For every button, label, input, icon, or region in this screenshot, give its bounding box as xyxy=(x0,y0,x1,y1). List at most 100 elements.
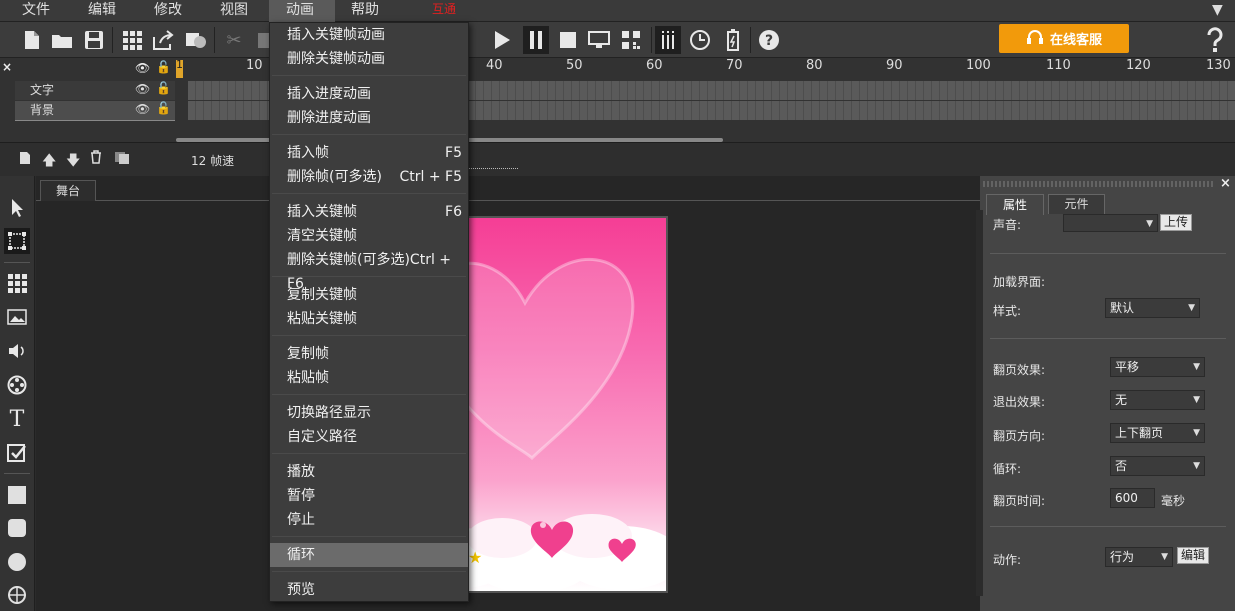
lock-icon[interactable]: 🔓 xyxy=(156,60,171,74)
menu-item-clear-keyframe[interactable]: 清空关键帧 xyxy=(270,224,468,248)
stop-icon[interactable] xyxy=(556,28,580,52)
menu-item-insert-keyframe[interactable]: 插入关键帧 F6 xyxy=(270,200,468,224)
menu-item-play[interactable]: 播放 xyxy=(270,460,468,484)
lock-icon[interactable]: 🔓 xyxy=(156,81,171,95)
rounded-rect-tool-icon[interactable] xyxy=(4,515,30,541)
menu-file[interactable]: 文件 xyxy=(16,0,56,22)
time-input[interactable]: 600 xyxy=(1110,488,1155,508)
rectangle-tool-icon[interactable] xyxy=(4,482,30,508)
time-label: 翻页时间: xyxy=(993,494,1046,508)
circle-tool-icon[interactable] xyxy=(4,549,30,575)
tab-properties[interactable]: 属性 xyxy=(986,194,1044,215)
text-tool-icon[interactable]: T xyxy=(4,406,30,432)
duplicate-layer-icon[interactable] xyxy=(114,151,130,169)
lock-icon[interactable]: 🔓 xyxy=(156,101,171,115)
pause-icon[interactable] xyxy=(523,26,549,54)
move-down-icon[interactable]: 🡇 xyxy=(66,150,80,174)
eye-icon[interactable]: 👁 xyxy=(135,102,150,116)
menu-item-label: 停止 xyxy=(287,512,315,528)
menu-extra-label[interactable]: 互通 xyxy=(432,0,456,17)
menu-modify[interactable]: 修改 xyxy=(148,0,188,22)
close-panel-icon[interactable]: × xyxy=(1220,176,1231,191)
select-arrow-icon[interactable] xyxy=(4,195,30,221)
direction-select[interactable]: 上下翻页 ▼ xyxy=(1110,423,1205,443)
menu-item-insert-frame[interactable]: 插入帧 F5 xyxy=(270,141,468,165)
panel-scroll-track[interactable] xyxy=(976,210,983,596)
menu-item-toggle-path-display[interactable]: 切换路径显示 xyxy=(270,401,468,425)
eye-icon[interactable]: 👁 xyxy=(135,61,150,75)
cut-icon[interactable]: ✂ xyxy=(222,28,246,52)
share-icon[interactable] xyxy=(151,28,175,52)
tab-stage[interactable]: 舞台 xyxy=(40,180,96,201)
save-icon[interactable] xyxy=(82,28,106,52)
open-folder-icon[interactable] xyxy=(50,28,74,52)
crosshair-tool-icon[interactable] xyxy=(4,582,30,608)
fps-label[interactable]: 12 帧速 xyxy=(191,152,234,169)
menu-item-stop[interactable]: 停止 xyxy=(270,508,468,532)
divider xyxy=(990,338,1226,339)
grid-tool-icon[interactable] xyxy=(4,270,30,296)
loop-select[interactable]: 否 ▼ xyxy=(1110,456,1205,476)
upload-button[interactable]: 上传 xyxy=(1160,214,1193,231)
collapse-arrow-icon[interactable]: ▼ xyxy=(1212,2,1223,18)
video-reel-icon[interactable] xyxy=(4,372,30,398)
grid-icon[interactable] xyxy=(120,28,144,52)
menu-item-label: 自定义路径 xyxy=(287,429,357,445)
new-file-icon[interactable] xyxy=(20,28,44,52)
layer-name: 文字 xyxy=(30,83,55,97)
menu-item-insert-keyframe-animation[interactable]: 插入关键帧动画 xyxy=(270,23,468,47)
tab-components[interactable]: 元件 xyxy=(1048,194,1105,214)
sound-icon[interactable] xyxy=(4,338,30,364)
panel-grip[interactable] xyxy=(983,181,1215,187)
edit-button[interactable]: 编辑 xyxy=(1177,547,1210,564)
menu-item-delete-progress-animation[interactable]: 删除进度动画 xyxy=(270,106,468,130)
menu-item-delete-keyframe[interactable]: 删除关键帧(可多选)Ctrl + F6 xyxy=(270,248,468,292)
menu-item-loop[interactable]: 循环 xyxy=(270,543,468,567)
clock-icon[interactable] xyxy=(688,28,712,52)
play-icon[interactable] xyxy=(490,28,514,52)
menu-item-pause[interactable]: 暂停 xyxy=(270,484,468,508)
menu-view[interactable]: 视图 xyxy=(214,0,254,22)
eye-icon[interactable]: 👁 xyxy=(135,82,150,96)
close-timeline-icon[interactable]: × xyxy=(2,60,12,74)
menu-item-paste-keyframe[interactable]: 粘贴关键帧 xyxy=(270,307,468,331)
transform-icon[interactable] xyxy=(4,228,30,254)
help-circle-icon[interactable]: ? xyxy=(757,28,781,52)
menu-item-copy-keyframe[interactable]: 复制关键帧 xyxy=(270,283,468,307)
sound-select[interactable]: ▼ xyxy=(1063,214,1158,232)
image-icon[interactable] xyxy=(4,304,30,330)
help-icon[interactable] xyxy=(1203,26,1227,54)
menu-item-delete-frame[interactable]: 删除帧(可多选) Ctrl + F5 xyxy=(270,165,468,189)
menu-help[interactable]: 帮助 xyxy=(345,0,385,22)
menu-item-insert-progress-animation[interactable]: 插入进度动画 xyxy=(270,82,468,106)
menu-item-custom-path[interactable]: 自定义路径 xyxy=(270,425,468,449)
transition-value: 平移 xyxy=(1115,360,1140,374)
online-service-button[interactable]: 在线客服 xyxy=(999,24,1129,53)
new-layer-icon[interactable] xyxy=(19,151,31,169)
menu-edit[interactable]: 编辑 xyxy=(82,0,122,22)
preview-monitor-icon[interactable] xyxy=(587,28,611,52)
menu-item-copy-frame[interactable]: 复制帧 xyxy=(270,342,468,366)
layer-row-background[interactable]: 背景 xyxy=(15,101,175,120)
trash-icon[interactable] xyxy=(90,150,102,168)
battery-icon[interactable] xyxy=(721,28,745,52)
layer-row-text[interactable]: 文字 xyxy=(15,81,175,100)
transition-select[interactable]: 平移 ▼ xyxy=(1110,357,1205,377)
exit-select[interactable]: 无 ▼ xyxy=(1110,390,1205,410)
checkbox-icon[interactable] xyxy=(4,440,30,466)
menu-item-label: 播放 xyxy=(287,464,315,480)
sound-label: 声音: xyxy=(993,218,1022,232)
menu-item-paste-frame[interactable]: 粘贴帧 xyxy=(270,366,468,390)
action-value: 行为 xyxy=(1110,550,1135,564)
menu-item-delete-keyframe-animation[interactable]: 删除关键帧动画 xyxy=(270,47,468,71)
menu-item-preview[interactable]: 预览 xyxy=(270,578,468,602)
shapes-icon[interactable] xyxy=(184,28,208,52)
style-select[interactable]: 默认 ▼ xyxy=(1105,298,1200,318)
menu-animation[interactable]: 动画 xyxy=(269,0,335,22)
action-select[interactable]: 行为 ▼ xyxy=(1105,547,1173,567)
qrcode-icon[interactable] xyxy=(619,28,643,52)
move-up-icon[interactable]: 🡅 xyxy=(42,150,56,174)
chevron-down-icon: ▼ xyxy=(1193,428,1200,438)
style-label: 样式: xyxy=(993,304,1022,318)
timeline-bars-icon[interactable] xyxy=(655,26,681,54)
